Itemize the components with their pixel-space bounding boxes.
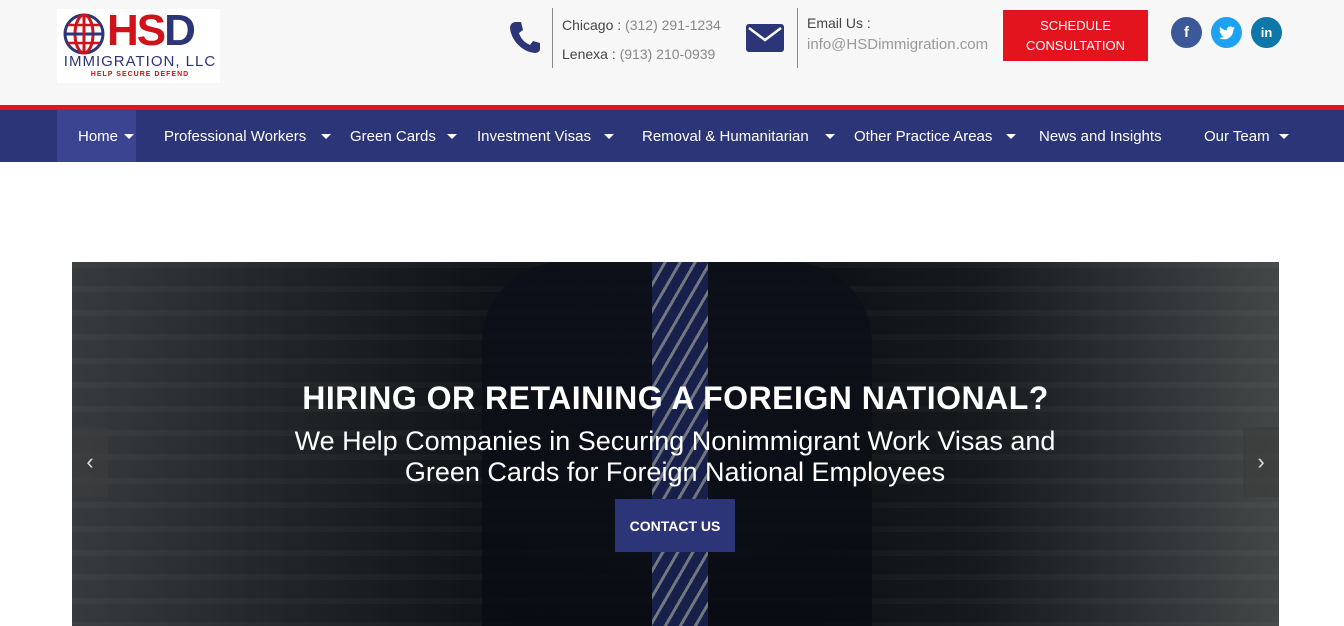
- hero-slider: HIRING OR RETAINING A FOREIGN NATIONAL? …: [72, 262, 1279, 626]
- nav-label-our-team: Our Team: [1204, 127, 1270, 145]
- phone-chicago[interactable]: Chicago : (312) 291-1234: [562, 17, 721, 33]
- cta-line2: CONSULTATION: [1026, 37, 1125, 53]
- slider-next-button[interactable]: ›: [1243, 427, 1279, 497]
- nav-item-removal-humanitarian[interactable]: Removal & Humanitarian: [642, 110, 835, 162]
- phone-lenexa[interactable]: Lenexa : (913) 210-0939: [562, 46, 715, 62]
- nav-item-news-and-insights[interactable]: News and Insights: [1039, 110, 1162, 162]
- slider-prev-button[interactable]: ‹: [72, 427, 108, 497]
- nav-item-green-cards[interactable]: Green Cards: [350, 110, 457, 162]
- nav-item-home[interactable]: Home: [57, 110, 136, 162]
- phone-chicago-label: Chicago :: [562, 17, 626, 33]
- nav-item-investment-visas[interactable]: Investment Visas: [477, 110, 614, 162]
- chevron-down-icon: [603, 133, 614, 139]
- logo-mark: HSD: [107, 6, 196, 55]
- company-logo[interactable]: HSD IMMIGRATION, LLC HELP SECURE DEFEND: [57, 6, 220, 83]
- nav-item-our-team[interactable]: Our Team: [1204, 110, 1289, 162]
- chevron-left-icon: ‹: [86, 449, 94, 474]
- facebook-icon[interactable]: f: [1171, 17, 1202, 48]
- schedule-consultation-button[interactable]: SCHEDULE CONSULTATION: [1003, 10, 1148, 61]
- nav-label-news-and-insights: News and Insights: [1039, 127, 1162, 145]
- envelope-icon: [746, 24, 784, 52]
- chevron-down-icon: [1278, 133, 1289, 139]
- nav-label-removal-humanitarian: Removal & Humanitarian: [642, 127, 809, 145]
- contact-us-button[interactable]: CONTACT US: [615, 499, 735, 552]
- contact-divider: [552, 8, 553, 68]
- nav-item-professional-workers[interactable]: Professional Workers: [164, 110, 332, 162]
- email-link[interactable]: info@HSDimmigration.com: [807, 36, 988, 53]
- chevron-down-icon: [124, 133, 135, 139]
- nav-label-green-cards: Green Cards: [350, 127, 436, 145]
- site-header: HSD IMMIGRATION, LLC HELP SECURE DEFEND …: [0, 0, 1344, 105]
- chevron-down-icon: [1006, 133, 1017, 139]
- twitter-bird-icon: [1218, 25, 1235, 39]
- email-divider: [797, 8, 798, 68]
- nav-label-home: Home: [78, 127, 119, 145]
- hero-title: HIRING OR RETAINING A FOREIGN NATIONAL?: [302, 380, 1049, 416]
- cta-line1: SCHEDULE: [1040, 17, 1111, 33]
- chevron-right-icon: ›: [1257, 449, 1265, 474]
- nav-label-other-practice-areas: Other Practice Areas: [854, 127, 993, 145]
- phone-icon: [510, 22, 540, 53]
- chevron-down-icon: [321, 133, 332, 139]
- linkedin-icon[interactable]: in: [1251, 17, 1282, 48]
- email-label: Email Us :: [807, 15, 871, 31]
- phone-lenexa-number: (913) 210-0939: [619, 46, 716, 62]
- nav-label-investment-visas: Investment Visas: [477, 127, 591, 145]
- nav-item-other-practice-areas[interactable]: Other Practice Areas: [854, 110, 1017, 162]
- logo-company-name: IMMIGRATION, LLC: [63, 53, 217, 70]
- logo-tagline: HELP SECURE DEFEND: [90, 71, 190, 78]
- nav-label-professional-workers: Professional Workers: [164, 127, 307, 145]
- phone-lenexa-label: Lenexa :: [562, 46, 620, 62]
- chevron-down-icon: [824, 133, 835, 139]
- hero-subtitle: We Help Companies in Securing Nonimmigra…: [294, 426, 1056, 487]
- chevron-down-icon: [446, 133, 457, 139]
- main-navigation: Home Professional Workers Green Cards In…: [0, 110, 1344, 162]
- globe-icon: [63, 13, 105, 55]
- phone-chicago-number: (312) 291-1234: [625, 17, 721, 33]
- twitter-icon[interactable]: [1211, 17, 1242, 48]
